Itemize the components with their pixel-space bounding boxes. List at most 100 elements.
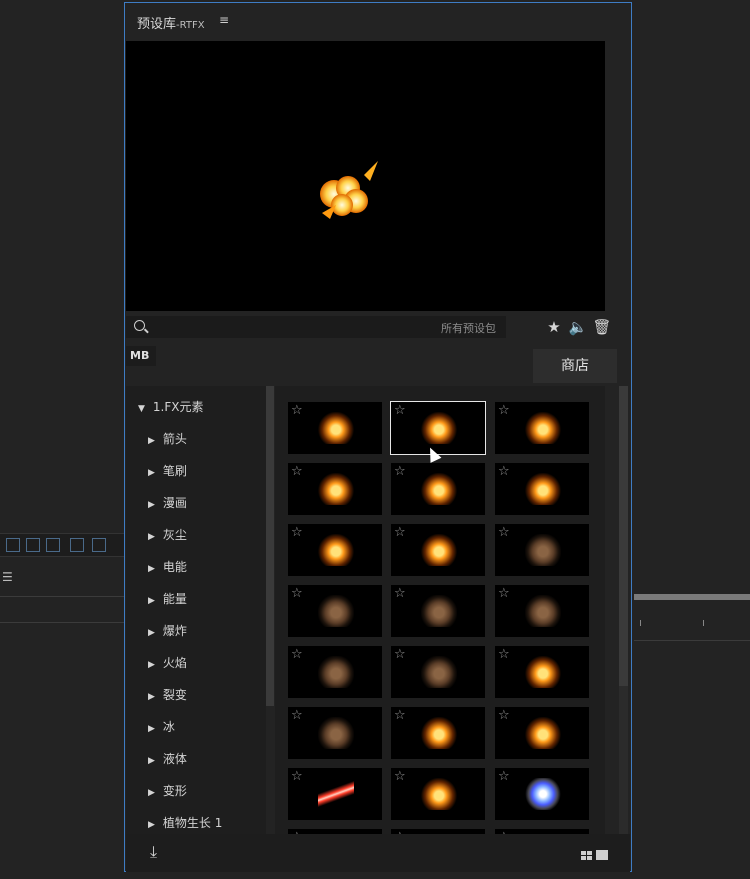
large-view-icon[interactable] xyxy=(596,850,608,860)
preview-area xyxy=(126,41,605,311)
preset-thumbnail[interactable]: ☆ xyxy=(391,463,485,515)
effect-preview-icon xyxy=(318,534,354,566)
effect-preview-icon xyxy=(318,473,354,505)
preset-thumbnail[interactable]: ☆ xyxy=(288,707,382,759)
panel-header: 预设库-RTFX ≡ xyxy=(125,3,631,41)
search-bar[interactable]: 所有预设包 xyxy=(126,316,506,338)
favorite-star-icon[interactable]: ☆ xyxy=(498,586,510,601)
preset-thumbnail[interactable]: ☆ xyxy=(288,402,382,454)
tree-root-label: 1.FX元素 xyxy=(152,400,204,414)
preset-thumbnail[interactable]: ☆ xyxy=(391,768,485,820)
tree-item[interactable]: ▶ 箭头 xyxy=(148,430,187,447)
chevron-right-icon: ▶ xyxy=(148,628,155,638)
preset-thumbnail[interactable]: ☆ xyxy=(391,585,485,637)
panel-title-text: 预设库 xyxy=(137,17,177,32)
favorite-star-icon[interactable]: ☆ xyxy=(291,769,303,784)
tree-item[interactable]: ▶ 火焰 xyxy=(148,654,187,671)
chevron-right-icon: ▶ xyxy=(148,596,155,606)
tree-item[interactable]: ▶ 变形 xyxy=(148,782,187,799)
tool-icon xyxy=(70,538,84,552)
preset-thumbnail[interactable]: ☆ xyxy=(288,646,382,698)
tree-item[interactable]: ▶ 植物生长 1 xyxy=(148,814,222,831)
preset-thumbnail[interactable]: ☆ xyxy=(391,646,485,698)
preset-thumbnail[interactable]: ☆ xyxy=(495,402,589,454)
favorite-star-icon[interactable]: ☆ xyxy=(394,464,406,479)
favorite-star-icon[interactable]: ☆ xyxy=(291,525,303,540)
chevron-right-icon: ▶ xyxy=(148,756,155,766)
tree-item[interactable]: ▶ 笔刷 xyxy=(148,462,187,479)
tree-item[interactable]: ▶ 液体 xyxy=(148,750,187,767)
effect-preview-icon xyxy=(525,473,561,505)
favorite-star-icon[interactable]: ☆ xyxy=(394,525,406,540)
favorite-star-icon[interactable]: ☆ xyxy=(498,403,510,418)
favorite-star-icon[interactable]: ☆ xyxy=(291,708,303,723)
trash-icon[interactable]: 🗑 xyxy=(592,317,612,337)
preset-thumbnail[interactable]: ☆ xyxy=(495,646,589,698)
effect-preview-icon xyxy=(525,595,561,627)
tree-item[interactable]: ▶ 漫画 xyxy=(148,494,187,511)
tree-item-label: 灰尘 xyxy=(162,528,187,542)
favorite-star-icon[interactable]: ☆ xyxy=(291,464,303,479)
star-icon[interactable]: ★ xyxy=(544,317,564,337)
favorite-star-icon[interactable]: ☆ xyxy=(394,403,406,418)
tree-item[interactable]: ▶ 裂变 xyxy=(148,686,187,703)
favorite-star-icon[interactable]: ☆ xyxy=(291,647,303,662)
preset-thumbnail[interactable]: ☆ xyxy=(495,463,589,515)
tree-item-label: 变形 xyxy=(162,784,187,798)
preset-thumbnail[interactable]: ☆ xyxy=(391,524,485,576)
preset-thumbnail-grid: ☆☆☆☆☆☆☆☆☆☆☆☆☆☆☆☆☆☆☆☆☆☆☆☆ xyxy=(275,386,605,834)
tree-scrollbar[interactable] xyxy=(266,386,274,706)
tree-item-label: 能量 xyxy=(162,592,187,606)
preset-thumbnail[interactable]: ☆ xyxy=(288,524,382,576)
tree-item-label: 电能 xyxy=(162,560,187,574)
preset-thumbnail[interactable]: ☆ xyxy=(495,768,589,820)
preset-thumbnail[interactable]: ☆ xyxy=(495,524,589,576)
effect-preview-icon xyxy=(421,595,457,627)
hamburger-icon[interactable]: ≡ xyxy=(219,13,229,27)
favorite-star-icon[interactable]: ☆ xyxy=(498,647,510,662)
preset-thumbnail[interactable]: ☆ xyxy=(288,463,382,515)
preset-thumbnail[interactable]: ☆ xyxy=(495,707,589,759)
effect-preview-icon xyxy=(421,412,457,444)
effect-preview-icon xyxy=(421,473,457,505)
tree-item-label: 漫画 xyxy=(162,496,187,510)
favorite-star-icon[interactable]: ☆ xyxy=(291,403,303,418)
shop-button[interactable]: 商店 xyxy=(533,349,617,383)
grid-view-icon[interactable] xyxy=(581,851,592,860)
tree-item[interactable]: ▶ 爆炸 xyxy=(148,622,187,639)
effect-preview-icon xyxy=(318,595,354,627)
favorite-star-icon[interactable]: ☆ xyxy=(498,464,510,479)
background-menu-icon: ☰ xyxy=(2,570,13,584)
tool-icon xyxy=(6,538,20,552)
favorite-star-icon[interactable]: ☆ xyxy=(394,769,406,784)
divider xyxy=(634,640,750,641)
category-tree: ▼ 1.FX元素 ▶ 箭头 ▶ 笔刷 ▶ 漫画 ▶ 灰尘 ▶ 电能 ▶ 能量 ▶ 爆炸 ▶ 火焰 … xyxy=(126,386,266,834)
grid-scrollbar-thumb[interactable] xyxy=(619,386,628,686)
effect-preview-icon xyxy=(421,534,457,566)
chevron-right-icon: ▶ xyxy=(148,468,155,478)
favorite-star-icon[interactable]: ☆ xyxy=(291,586,303,601)
tab-mb[interactable]: MB xyxy=(126,346,156,366)
tree-root-item[interactable]: ▼ 1.FX元素 xyxy=(138,398,204,415)
preset-thumbnail[interactable]: ☆ xyxy=(288,585,382,637)
preset-thumbnail[interactable]: ☆ xyxy=(391,707,485,759)
tree-item[interactable]: ▶ 能量 xyxy=(148,590,187,607)
preset-thumbnail[interactable]: ☆ xyxy=(495,585,589,637)
favorite-star-icon[interactable]: ☆ xyxy=(394,708,406,723)
speaker-icon[interactable]: 🔈 xyxy=(568,317,588,337)
preset-thumbnail[interactable]: ☆ xyxy=(288,768,382,820)
download-icon[interactable]: ⤓ xyxy=(150,842,157,862)
favorite-star-icon[interactable]: ☆ xyxy=(498,525,510,540)
effect-preview-icon xyxy=(525,778,561,810)
chevron-right-icon: ▶ xyxy=(148,820,155,830)
tree-item[interactable]: ▶ 冰 xyxy=(148,718,175,735)
effect-preview-icon xyxy=(421,656,457,688)
favorite-star-icon[interactable]: ☆ xyxy=(394,586,406,601)
favorite-star-icon[interactable]: ☆ xyxy=(498,769,510,784)
favorite-star-icon[interactable]: ☆ xyxy=(498,708,510,723)
effect-preview-icon xyxy=(525,412,561,444)
tree-item[interactable]: ▶ 电能 xyxy=(148,558,187,575)
tree-item[interactable]: ▶ 灰尘 xyxy=(148,526,187,543)
preset-thumbnail[interactable]: ☆ xyxy=(390,401,486,455)
favorite-star-icon[interactable]: ☆ xyxy=(394,647,406,662)
